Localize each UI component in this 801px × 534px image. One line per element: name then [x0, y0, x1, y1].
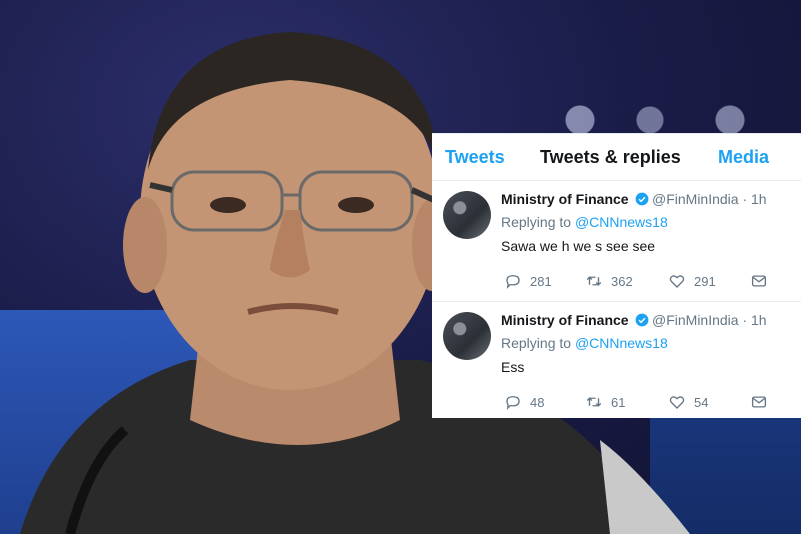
replying-to-label: Replying to — [501, 214, 572, 230]
like-icon — [669, 396, 685, 409]
reply-icon — [506, 396, 520, 410]
reply-count: 48 — [530, 394, 545, 410]
like-button[interactable]: 54 — [668, 392, 708, 412]
direct-message-button[interactable] — [750, 392, 776, 412]
direct-message-button[interactable] — [750, 271, 776, 291]
tab-media[interactable]: Media — [718, 147, 769, 168]
reply-button[interactable]: 281 — [504, 271, 552, 291]
tweet-actions: 281 362 291 — [501, 271, 791, 291]
verified-badge-icon — [635, 313, 649, 327]
tweet[interactable]: Ministry of Finance @FinMinIndia · 1h Re… — [432, 302, 801, 422]
tweet-text: Sawa we h we s see see — [501, 238, 656, 254]
retweet-count: 362 — [611, 273, 633, 289]
tab-tweets[interactable]: Tweets — [445, 147, 505, 168]
handle-and-time: @FinMinIndia · 1h — [652, 191, 767, 207]
tweet-text: Ess — [501, 359, 525, 375]
like-button[interactable]: 291 — [668, 271, 716, 291]
mention-link[interactable]: @CNNnews18 — [575, 214, 668, 230]
like-count: 291 — [694, 273, 716, 289]
reply-icon — [506, 275, 520, 289]
replying-to-line: Replying to @CNNnews18 — [501, 335, 668, 351]
avatar[interactable] — [443, 312, 491, 360]
handle-and-time: @FinMinIndia · 1h — [652, 312, 767, 328]
reply-button[interactable]: 48 — [504, 392, 544, 412]
retweet-button[interactable]: 362 — [585, 271, 633, 291]
retweet-count: 61 — [611, 394, 626, 410]
direct-message-icon — [751, 396, 767, 408]
author-name[interactable]: Ministry of Finance — [501, 191, 629, 207]
author-name[interactable]: Ministry of Finance — [501, 312, 629, 328]
replying-to-label: Replying to — [501, 335, 572, 351]
reply-count: 281 — [530, 273, 552, 289]
avatar[interactable] — [443, 191, 491, 239]
like-count: 54 — [694, 394, 709, 410]
tweet-actions: 48 61 54 — [501, 392, 791, 412]
verified-badge-icon — [635, 192, 649, 206]
profile-tabs: Tweets Tweets & replies Media — [432, 134, 801, 181]
twitter-profile-panel: Tweets Tweets & replies Media Ministry o… — [432, 133, 801, 418]
tab-tweets-and-replies[interactable]: Tweets & replies — [540, 147, 681, 168]
replying-to-line: Replying to @CNNnews18 — [501, 214, 668, 230]
retweet-icon — [586, 397, 602, 407]
like-icon — [669, 275, 685, 288]
direct-message-icon — [751, 275, 767, 287]
retweet-button[interactable]: 61 — [585, 392, 625, 412]
mention-link[interactable]: @CNNnews18 — [575, 335, 668, 351]
retweet-icon — [586, 276, 602, 286]
tweet[interactable]: Ministry of Finance @FinMinIndia · 1h Re… — [432, 181, 801, 302]
